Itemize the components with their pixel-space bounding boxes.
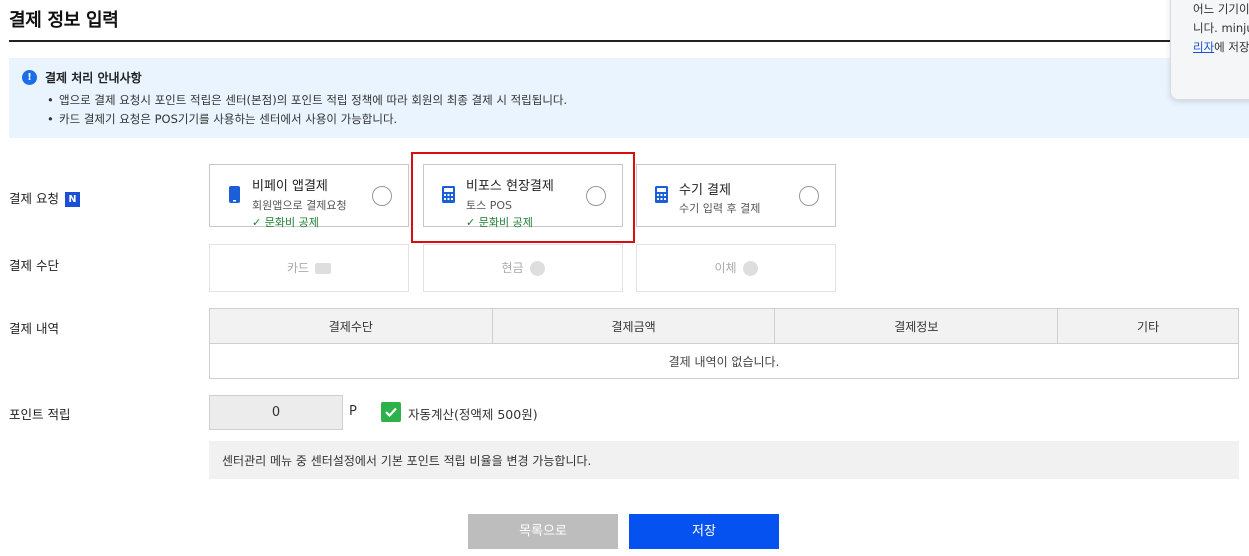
method-label: 결제 수단 — [9, 258, 59, 273]
table-header: 기타 — [1057, 308, 1239, 344]
transfer-icon — [742, 261, 758, 276]
method-label-text: 카드 — [286, 261, 310, 275]
page-title: 결제 정보 입력 — [9, 10, 119, 31]
notice-line: • 앱으로 결제 요청시 포인트 적립은 센터(본점)의 포인트 적립 정책에 따… — [47, 93, 568, 107]
option-subtitle: 회원앱으로 결제요청 — [252, 199, 347, 212]
won-icon — [529, 261, 545, 276]
notice-line-text: 앱으로 결제 요청시 포인트 적립은 센터(본점)의 포인트 적립 정책에 따라… — [59, 93, 568, 107]
option-title: 수기 결제 — [679, 183, 731, 198]
radio-button[interactable] — [586, 186, 606, 206]
check-icon — [385, 407, 397, 418]
notice-box: ! 결제 처리 안내사항 • 앱으로 결제 요청시 포인트 적립은 센터(본점)의… — [9, 58, 1249, 138]
option-bpay-app[interactable]: 비페이 앱결제 회원앱으로 결제요청 ✓ 문화비 공제 — [209, 164, 409, 229]
calculator-icon — [442, 186, 455, 203]
table-row: 결제 내역이 없습니다. — [209, 343, 1239, 379]
method-cash-button[interactable]: 현금 — [423, 244, 623, 292]
culture-deduction-note: ✓ 문화비 공제 — [466, 216, 533, 229]
table-header: 결제수단 — [209, 308, 493, 344]
option-title: 비포스 현장결제 — [466, 179, 554, 194]
auto-calc-checkbox[interactable] — [381, 402, 401, 422]
tooltip-popup: 어느 기기이 니다. minju 리자에 저장 — [1170, 0, 1249, 100]
method-card-button[interactable]: 카드 — [209, 244, 409, 292]
option-manual[interactable]: 수기 결제 수기 입력 후 결제 — [636, 164, 836, 227]
auto-calc-label[interactable]: 자동계산(정액제 500원) — [408, 404, 538, 423]
culture-deduction-note: ✓ 문화비 공제 — [252, 216, 319, 229]
option-subtitle: 수기 입력 후 결제 — [679, 202, 761, 215]
notice-title: 결제 처리 안내사항 — [45, 71, 142, 85]
request-label-text: 결제 요청 — [9, 191, 59, 206]
card-icon — [315, 263, 332, 274]
method-label-text: 현금 — [501, 261, 524, 275]
option-subtitle: 토스 POS — [466, 199, 513, 212]
popup-link[interactable]: 리자 — [1193, 40, 1214, 54]
empty-message: 결제 내역이 없습니다. — [209, 343, 1239, 379]
notice-line: • 카드 결제기 요청은 POS기기를 사용하는 센터에서 사용이 가능합니다. — [47, 112, 398, 126]
popup-text: 니다. minju — [1193, 21, 1249, 35]
phone-icon — [229, 186, 240, 203]
points-info-bar: 센터관리 메뉴 중 센터설정에서 기본 포인트 적립 비율을 변경 가능합니다. — [209, 441, 1239, 479]
table-header: 결제정보 — [774, 308, 1059, 344]
save-button[interactable]: 저장 — [629, 514, 779, 549]
method-transfer-button[interactable]: 이체 — [636, 244, 836, 292]
radio-button[interactable] — [372, 186, 392, 206]
points-label: 포인트 적립 — [9, 407, 71, 422]
points-input[interactable]: 0 — [209, 395, 343, 430]
notice-line-text: 카드 결제기 요청은 POS기기를 사용하는 센터에서 사용이 가능합니다. — [59, 112, 398, 126]
calculator-icon — [655, 186, 668, 203]
popup-text: 에 저장 — [1214, 40, 1249, 54]
new-badge: N — [64, 192, 80, 207]
points-unit: P — [349, 404, 357, 419]
points-info-text: 센터관리 메뉴 중 센터설정에서 기본 포인트 적립 비율을 변경 가능합니다. — [222, 454, 592, 468]
radio-button[interactable] — [799, 186, 819, 206]
table-header-row: 결제수단 결제금액 결제정보 기타 — [209, 308, 1239, 344]
option-title: 비페이 앱결제 — [252, 179, 328, 194]
table-header: 결제금액 — [491, 308, 776, 344]
title-divider — [9, 40, 1249, 42]
payment-history-table: 결제수단 결제금액 결제정보 기타 결제 내역이 없습니다. — [209, 308, 1239, 379]
history-label: 결제 내역 — [9, 321, 59, 336]
info-icon: ! — [22, 70, 37, 85]
popup-text: 어느 기기이 — [1193, 2, 1249, 16]
list-button[interactable]: 목록으로 — [468, 514, 618, 549]
option-bpos-onsite[interactable]: 비포스 현장결제 토스 POS ✓ 문화비 공제 — [423, 164, 623, 229]
method-label-text: 이체 — [714, 261, 737, 275]
request-label: 결제 요청 N — [9, 188, 80, 207]
